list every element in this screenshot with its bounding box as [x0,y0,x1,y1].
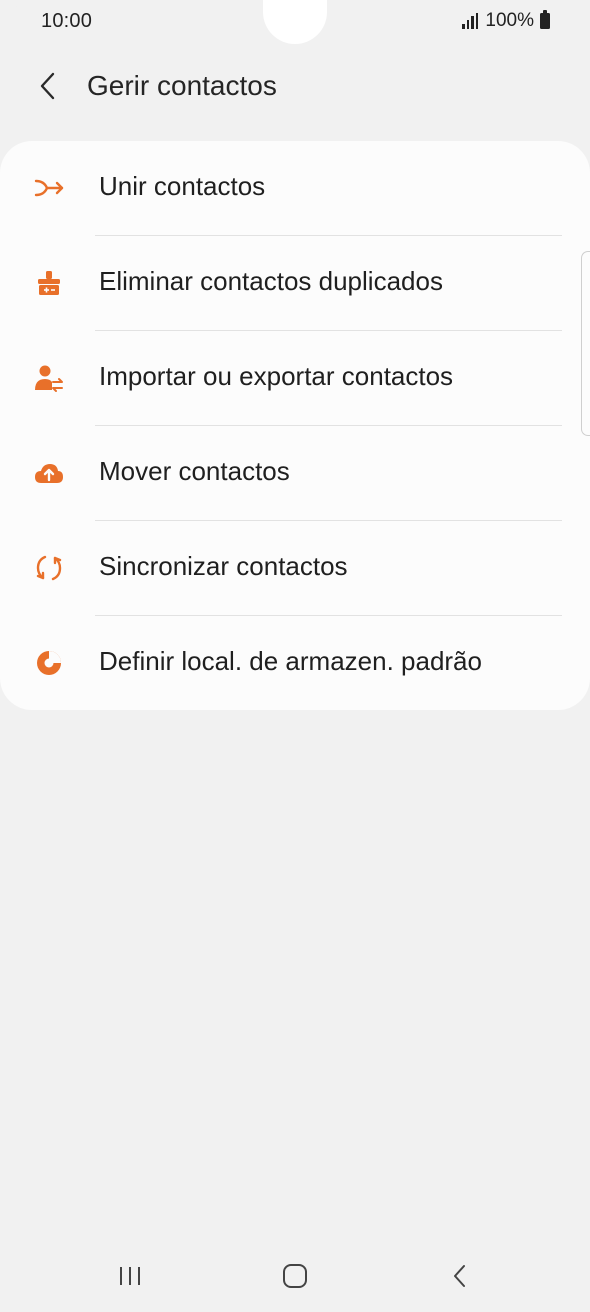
menu-item-move-contacts[interactable]: Mover contactos [0,426,590,521]
menu-item-merge-contacts[interactable]: Unir contactos [0,141,590,236]
camera-notch [263,0,327,44]
screen: 10:00 100% Gerir contactos Unir contacto… [0,0,590,1312]
scrollbar[interactable] [581,251,590,436]
menu-item-default-storage[interactable]: Definir local. de armazen. padrão [0,616,590,711]
status-bar: 10:00 100% [0,0,590,44]
menu-item-label: Eliminar contactos duplicados [99,266,443,296]
home-icon [283,1264,307,1288]
battery-percentage: 100% [485,10,534,31]
menu-item-label: Definir local. de armazen. padrão [99,646,482,676]
person-transfer-icon [33,362,65,394]
back-icon [454,1265,465,1287]
page-title: Gerir contactos [87,70,277,101]
cloud-upload-icon [33,457,65,489]
chevron-left-icon [40,72,55,100]
menu-item-label: Importar ou exportar contactos [99,361,454,391]
recents-button[interactable] [100,1256,160,1296]
nav-back-button[interactable] [430,1256,490,1296]
back-button[interactable] [28,64,68,108]
merge-icon [33,172,65,204]
app-header: Gerir contactos [0,56,590,118]
signal-icon [462,13,479,29]
status-indicators: 100% [462,10,550,32]
menu-item-label: Mover contactos [99,456,290,486]
sync-icon [33,552,65,584]
options-card: Unir contactos Eliminar contactos duplic… [0,141,590,710]
menu-item-delete-duplicates[interactable]: Eliminar contactos duplicados [0,236,590,331]
navigation-bar [0,1240,590,1312]
home-button[interactable] [265,1256,325,1296]
battery-icon [540,10,550,29]
broom-icon [33,267,65,299]
storage-pie-icon [33,647,65,679]
status-time: 10:00 [41,10,93,32]
menu-item-label: Sincronizar contactos [99,551,348,581]
menu-item-import-export[interactable]: Importar ou exportar contactos [0,331,590,426]
menu-item-sync-contacts[interactable]: Sincronizar contactos [0,521,590,616]
menu-item-label: Unir contactos [99,171,266,201]
recents-icon [120,1267,140,1285]
